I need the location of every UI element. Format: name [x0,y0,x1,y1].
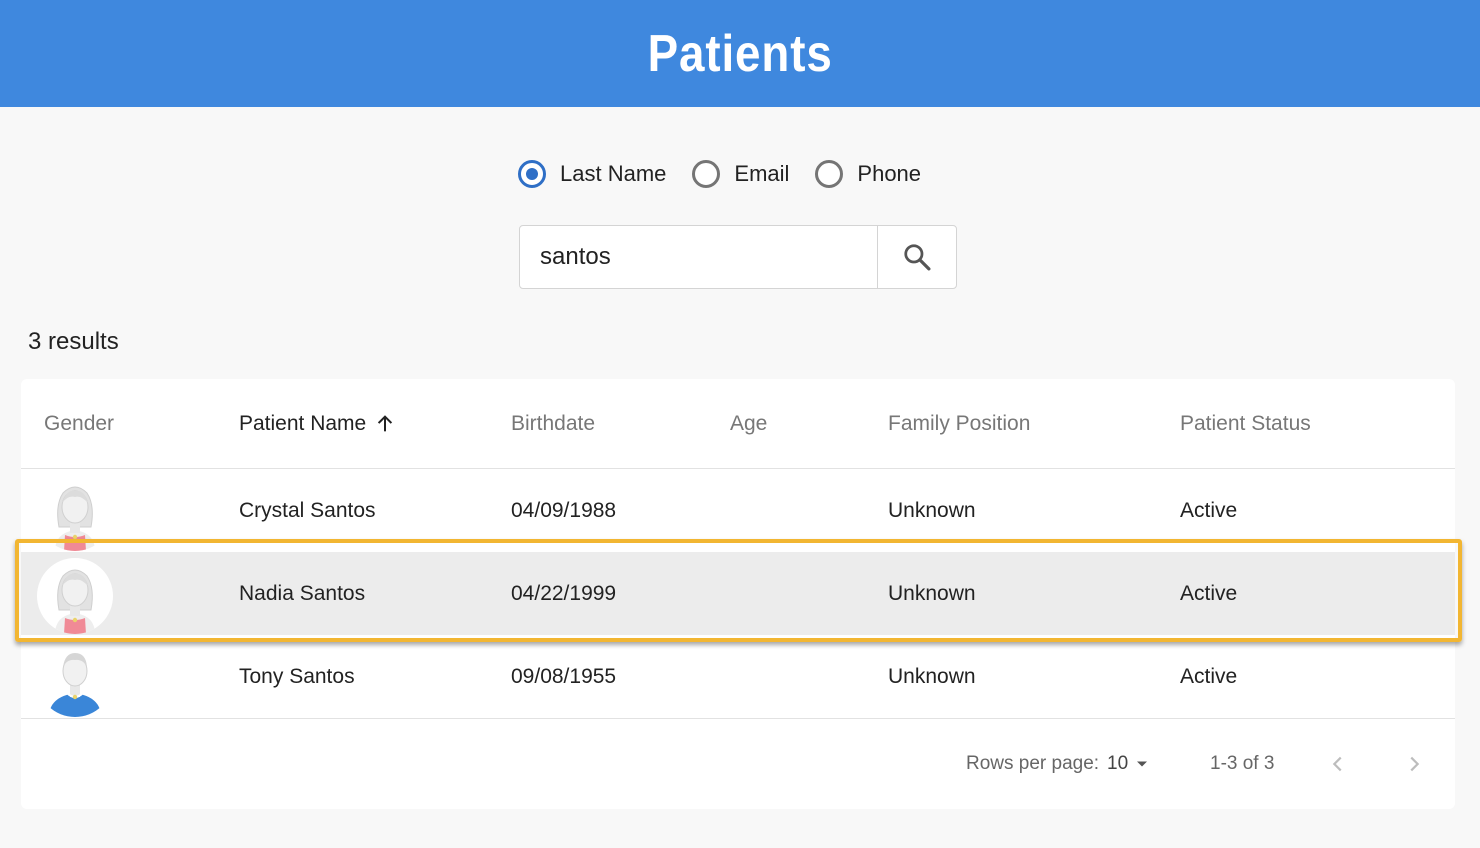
search-input[interactable] [520,227,878,287]
patient-status: Active [1180,581,1238,605]
page-header: Patients [0,0,1480,107]
column-header-patient-status[interactable]: Patient Status [1180,379,1311,468]
radio-label-email: Email [734,161,790,186]
female-avatar-icon [37,558,113,634]
search-icon [904,244,931,271]
radio-option-phone[interactable]: Phone [815,160,947,188]
patients-table: Gender Patient Name Birthdate Age Family… [21,379,1455,809]
family-position: Unknown [888,581,976,605]
table-row[interactable]: Crystal Santos 04/09/1988 Unknown Active [21,469,1455,552]
previous-page-button[interactable] [1327,719,1349,809]
rows-per-page-label: Rows per page: [966,753,1100,774]
page-title: Patients [647,24,833,83]
patient-status: Active [1180,664,1238,688]
column-header-gender[interactable]: Gender [44,379,114,468]
search-box [519,225,957,289]
patient-name: Nadia Santos [239,581,366,605]
radio-option-last-name[interactable]: Last Name [518,160,692,188]
next-page-button[interactable] [1403,719,1425,809]
pagination-range: 1-3 of 3 [1210,753,1275,774]
radio-label-phone: Phone [857,161,922,186]
table-header-row: Gender Patient Name Birthdate Age Family… [21,379,1455,469]
column-header-birthdate[interactable]: Birthdate [511,379,595,468]
rows-per-page-select[interactable]: 10 [1107,719,1152,809]
radio-option-email[interactable]: Email [692,160,815,188]
search-button[interactable] [877,225,956,289]
chevron-right-icon [1410,756,1420,772]
patient-name: Crystal Santos [239,498,376,522]
rows-per-page-value: 10 [1107,753,1129,774]
results-count: 3 results [28,328,119,355]
family-position: Unknown [888,664,976,688]
column-header-age[interactable]: Age [730,379,767,468]
patient-status: Active [1180,498,1238,522]
radio-email[interactable] [692,160,721,188]
radio-label-last-name: Last Name [560,161,667,186]
birthdate: 09/08/1955 [511,664,617,688]
patient-name: Tony Santos [239,664,355,688]
table-row[interactable]: Tony Santos 09/08/1955 Unknown Active [21,635,1455,719]
table-pagination: Rows per page: 10 1-3 of 3 [21,719,1455,809]
radio-phone[interactable] [815,160,844,188]
birthdate: 04/09/1988 [511,498,617,522]
column-header-patient-name[interactable]: Patient Name [239,379,396,468]
female-avatar-icon [37,475,113,551]
column-header-family-position[interactable]: Family Position [888,379,1030,468]
chevron-left-icon [1332,756,1342,772]
search-by-radio-group: Last Name Email Phone [518,156,947,192]
table-row[interactable]: Nadia Santos 04/22/1999 Unknown Active [21,552,1455,635]
family-position: Unknown [888,498,976,522]
radio-last-name[interactable] [518,160,546,188]
birthdate: 04/22/1999 [511,581,617,605]
dropdown-arrow-icon [1137,761,1148,767]
column-header-patient-name-label: Patient Name [239,411,367,435]
sort-arrow-up-icon [378,414,393,431]
male-avatar-icon [37,641,113,717]
